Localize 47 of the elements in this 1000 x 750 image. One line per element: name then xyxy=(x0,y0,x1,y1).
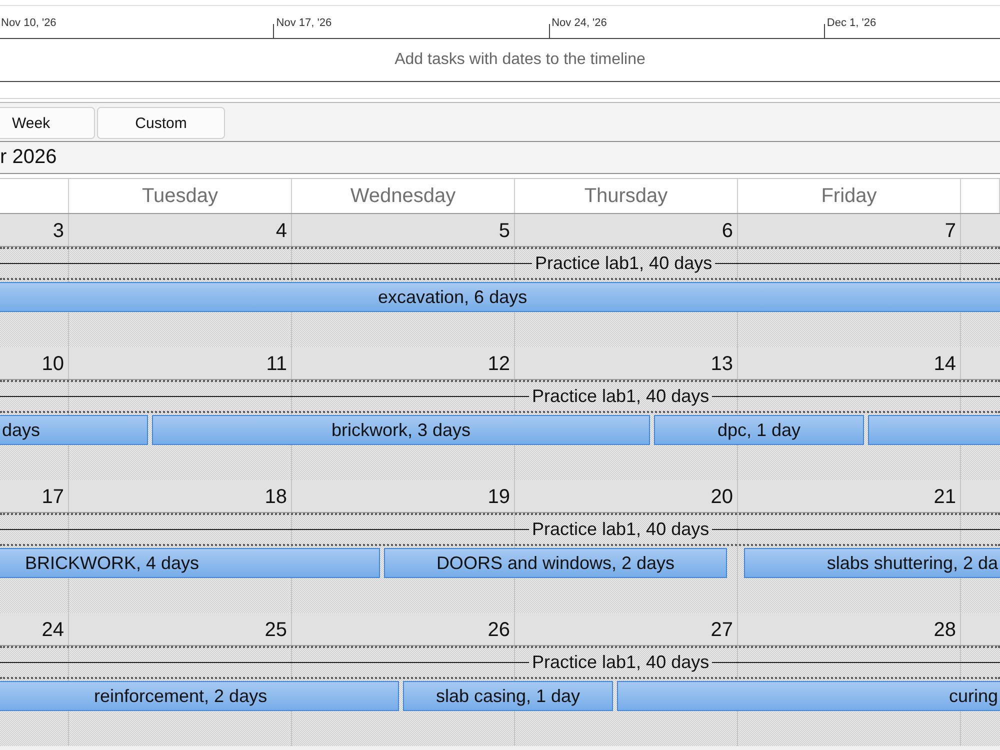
task-bar[interactable] xyxy=(868,415,1000,445)
task-bar[interactable]: slabs shuttering, 2 da xyxy=(744,548,1000,578)
day-of-week-header: Friday xyxy=(738,179,961,213)
timeline-empty-message: Add tasks with dates to the timeline xyxy=(394,51,646,69)
date-number: 28 xyxy=(738,613,961,645)
day-of-week-header: Tuesday xyxy=(69,179,292,213)
date-number: 13 xyxy=(515,347,738,379)
date-number: 3 xyxy=(0,214,69,246)
timeline-date-label: Nov 17, '26 xyxy=(276,17,332,29)
date-number: 17 xyxy=(0,480,69,512)
date-number: 6 xyxy=(515,214,738,246)
day-of-week-header: Thursday xyxy=(515,179,738,213)
date-number: 10 xyxy=(0,347,69,379)
task-bar[interactable]: BRICKWORK, 4 days xyxy=(0,548,380,578)
timeline-date-label: Nov 10, '26 xyxy=(1,17,56,29)
task-bar[interactable]: DOORS and windows, 2 days xyxy=(384,548,727,578)
task-bar[interactable]: curing xyxy=(617,681,1000,711)
summary-task-label[interactable]: Practice lab1, 40 days xyxy=(535,253,712,274)
timeline-date-label: Dec 1, '26 xyxy=(826,17,876,29)
task-bar[interactable]: reinforcement, 2 days xyxy=(0,681,399,711)
day-of-week-header: Wednesday xyxy=(292,179,515,213)
date-number: 11 xyxy=(69,347,292,379)
task-bar[interactable]: brickwork, 3 days xyxy=(152,415,650,445)
view-button[interactable]: Custom xyxy=(97,107,225,139)
date-number: 7 xyxy=(738,214,961,246)
date-number: 20 xyxy=(515,480,738,512)
date-number: 12 xyxy=(292,347,515,379)
date-number: 5 xyxy=(292,214,515,246)
date-number: 27 xyxy=(515,613,738,645)
date-number: 25 xyxy=(69,613,292,645)
summary-task-label[interactable]: Practice lab1, 40 days xyxy=(532,652,710,673)
task-bar[interactable]: slab casing, 1 day xyxy=(403,681,613,711)
date-number: 14 xyxy=(738,347,961,379)
summary-task-label[interactable]: Practice lab1, 40 days xyxy=(532,386,710,407)
date-number: 26 xyxy=(292,613,515,645)
date-number: 4 xyxy=(69,214,292,246)
month-title: r 2026 xyxy=(0,146,57,169)
summary-task-label[interactable]: Practice lab1, 40 days xyxy=(532,519,710,540)
date-number: 19 xyxy=(292,480,515,512)
task-bar[interactable]: excavation, 6 days xyxy=(0,282,1000,312)
date-number: 18 xyxy=(69,480,292,512)
date-number: 21 xyxy=(738,480,961,512)
view-button[interactable]: Week xyxy=(0,107,95,139)
task-bar[interactable]: days xyxy=(0,415,148,445)
task-bar[interactable]: dpc, 1 day xyxy=(654,415,864,445)
timeline-date-label: Nov 24, '26 xyxy=(552,17,607,29)
date-number: 24 xyxy=(0,613,69,645)
